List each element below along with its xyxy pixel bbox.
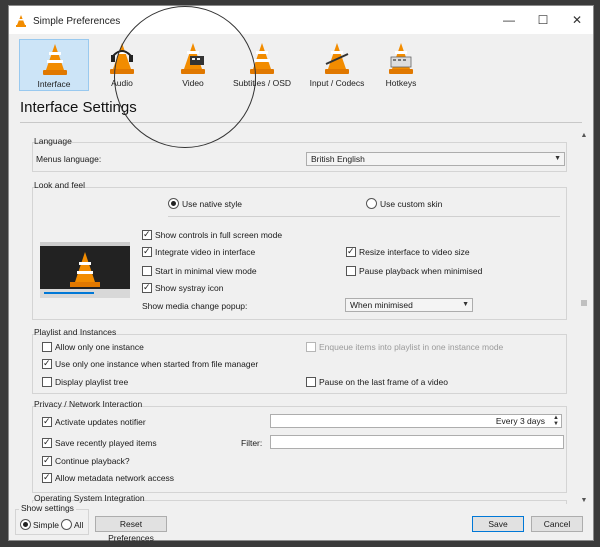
codecs-cone-icon <box>325 43 349 74</box>
start-minimal-checkbox[interactable] <box>142 266 152 276</box>
media-change-popup-label: Show media change popup: <box>142 301 248 311</box>
style-divider <box>168 216 560 217</box>
look-and-feel-title: Look and feel <box>34 180 86 190</box>
save-button[interactable]: Save <box>472 516 524 532</box>
allow-one-instance-checkbox[interactable] <box>42 342 52 352</box>
enqueue-items-label: Enqueue items into playlist in one insta… <box>319 342 504 352</box>
hotkeys-cone-icon <box>389 43 413 74</box>
video-cone-icon <box>181 43 205 74</box>
maximize-button[interactable]: ☐ <box>533 12 553 28</box>
allow-one-instance-label: Allow only one instance <box>55 342 144 352</box>
tab-video-label: Video <box>182 78 204 88</box>
custom-skin-radio[interactable] <box>366 198 377 209</box>
tab-video[interactable]: Video <box>158 39 228 91</box>
interface-cone-icon <box>43 44 67 75</box>
all-radio[interactable] <box>61 519 72 530</box>
show-systray-checkbox[interactable] <box>142 281 152 293</box>
one-instance-file-manager-checkbox[interactable] <box>42 357 52 369</box>
all-label: All <box>74 520 84 530</box>
preferences-window: Simple Preferences — ☐ ✕ Interface Audio… <box>8 5 594 543</box>
page-title: Interface Settings <box>20 99 137 116</box>
window-title: Simple Preferences <box>33 16 121 27</box>
tab-interface[interactable]: Interface <box>19 39 89 91</box>
audio-cone-icon <box>110 43 134 74</box>
scrollbar-thumb[interactable] <box>581 300 587 306</box>
menus-language-value: British English <box>311 154 365 164</box>
reset-preferences-button[interactable]: Reset Preferences <box>95 516 167 543</box>
tab-input-codecs[interactable]: Input / Codecs <box>302 39 372 91</box>
menus-language-select[interactable]: British English ▼ <box>306 152 565 166</box>
show-systray-label: Show systray icon <box>155 283 224 293</box>
simple-label: Simple <box>33 520 59 530</box>
allow-metadata-checkbox[interactable] <box>42 471 52 483</box>
start-minimal-label: Start in minimal view mode <box>155 266 257 276</box>
tab-audio-label: Audio <box>111 78 133 88</box>
save-recently-played-checkbox[interactable] <box>42 436 52 448</box>
continue-playback-label: Continue playback? <box>55 456 130 466</box>
os-integration-title: Operating System Integration <box>34 493 145 503</box>
playlist-group-title: Playlist and Instances <box>34 327 117 337</box>
continue-playback-checkbox[interactable] <box>42 454 52 466</box>
minimize-button[interactable]: — <box>499 12 519 28</box>
chevron-down-icon: ▼ <box>462 301 469 308</box>
filter-input[interactable] <box>270 435 564 449</box>
title-bar: Simple Preferences — ☐ ✕ <box>9 6 593 34</box>
scroll-up-icon[interactable]: ▲ <box>579 132 589 139</box>
filter-label: Filter: <box>241 438 263 448</box>
media-change-popup-select[interactable]: When minimised ▼ <box>345 298 473 312</box>
scroll-down-icon[interactable]: ▼ <box>579 497 589 504</box>
tab-codecs-label: Input / Codecs <box>309 78 365 88</box>
tab-interface-label: Interface <box>37 79 71 89</box>
cancel-button[interactable]: Cancel <box>531 516 583 532</box>
show-controls-fullscreen-label: Show controls in full screen mode <box>155 230 283 240</box>
activate-updates-checkbox[interactable] <box>42 415 52 427</box>
custom-skin-label: Use custom skin <box>380 199 443 209</box>
tab-hotkeys-label: Hotkeys <box>385 78 417 88</box>
media-change-popup-value: When minimised <box>350 300 413 310</box>
integrate-video-checkbox[interactable] <box>142 245 152 257</box>
integrate-video-label: Integrate video in interface <box>155 247 256 257</box>
display-playlist-tree-label: Display playlist tree <box>55 377 129 387</box>
resize-interface-checkbox[interactable] <box>346 245 356 257</box>
allow-metadata-label: Allow metadata network access <box>55 473 175 483</box>
native-style-label: Use native style <box>182 199 242 209</box>
activate-updates-label: Activate updates notifier <box>55 417 146 427</box>
show-settings-label: Show settings <box>19 503 76 513</box>
show-controls-fullscreen-checkbox[interactable] <box>142 228 152 240</box>
one-instance-file-manager-label: Use only one instance when started from … <box>55 359 259 369</box>
pause-last-frame-checkbox[interactable] <box>306 377 316 387</box>
save-recently-played-label: Save recently played items <box>55 438 157 448</box>
tab-subtitles-osd[interactable]: Subtitles / OSD <box>227 39 297 91</box>
enqueue-items-checkbox[interactable] <box>306 342 316 352</box>
language-group-title: Language <box>34 136 72 146</box>
display-playlist-tree-checkbox[interactable] <box>42 377 52 387</box>
simple-radio[interactable] <box>20 519 31 530</box>
close-button[interactable]: ✕ <box>567 12 587 28</box>
spinner-arrows-icon[interactable]: ▲ ▼ <box>553 415 559 427</box>
pause-minimised-checkbox[interactable] <box>346 266 356 276</box>
menus-language-label: Menus language: <box>36 154 102 164</box>
privacy-group-title: Privacy / Network Interaction <box>34 399 143 409</box>
updates-interval-spinbox[interactable]: Every 3 days ▲ ▼ <box>270 414 562 428</box>
vlc-app-icon <box>16 15 26 27</box>
vertical-scrollbar[interactable]: ▲ ▼ <box>579 132 589 504</box>
tab-hotkeys[interactable]: Hotkeys <box>366 39 436 91</box>
pause-minimised-label: Pause playback when minimised <box>359 266 483 276</box>
resize-interface-label: Resize interface to video size <box>359 247 470 257</box>
settings-scroll-area: Language Menus language: British English… <box>28 132 577 504</box>
chevron-down-icon: ▼ <box>554 155 561 162</box>
heading-divider <box>20 122 582 123</box>
subtitles-cone-icon <box>250 43 274 74</box>
tab-subtitles-label: Subtitles / OSD <box>232 78 292 88</box>
updates-interval-value: Every 3 days <box>495 416 545 426</box>
pause-last-frame-label: Pause on the last frame of a video <box>319 377 448 387</box>
native-style-radio[interactable] <box>168 198 179 209</box>
tab-audio[interactable]: Audio <box>87 39 157 91</box>
interface-preview-image <box>40 242 130 298</box>
